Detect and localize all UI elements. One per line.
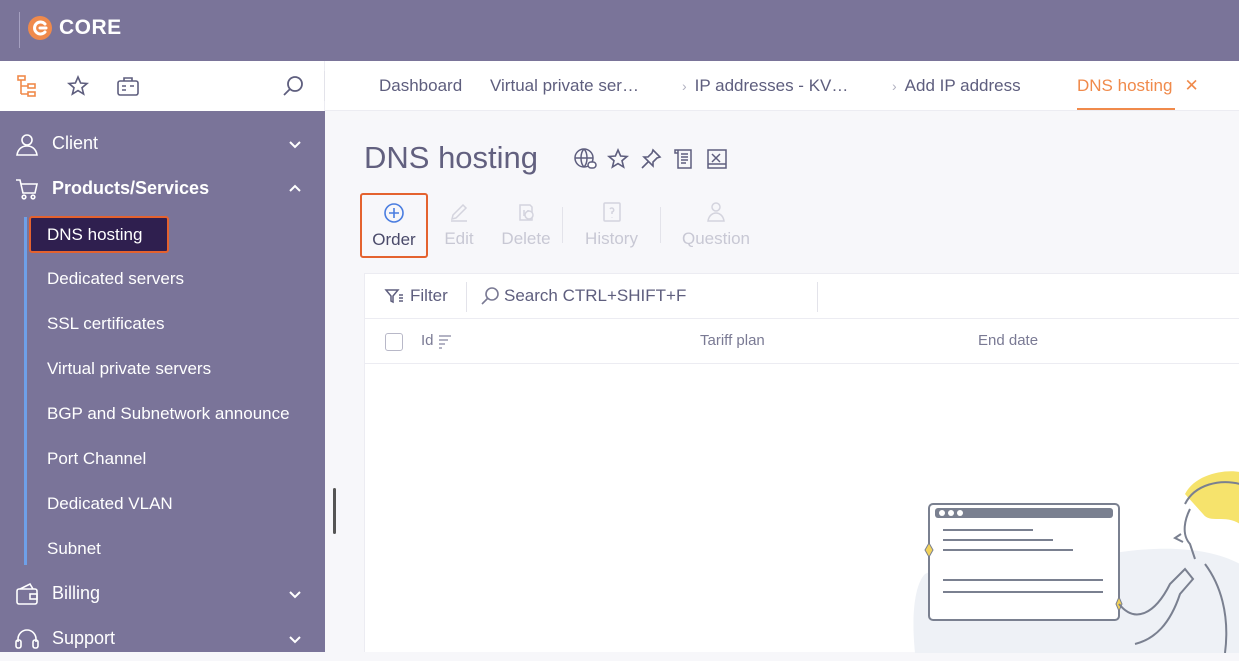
tab-label: Virtual private ser… — [490, 76, 639, 95]
page-title: DNS hosting — [364, 140, 539, 175]
search-icon — [481, 287, 499, 305]
submenu-rail — [24, 217, 27, 565]
sidebar-toolbar — [0, 61, 325, 111]
title-actions — [573, 147, 729, 171]
filter-icon — [384, 289, 403, 304]
wallet-icon — [16, 582, 38, 605]
globe-link-icon[interactable] — [573, 147, 597, 171]
chevron-down-icon — [289, 590, 301, 598]
chevron-down-icon — [289, 140, 301, 148]
tab-virtual-private-servers[interactable]: Virtual private ser… — [490, 76, 639, 96]
action-bar: Order Edit Delete History Question — [360, 193, 771, 258]
active-tab-underline — [1077, 108, 1175, 110]
sidebar: Client Products/Services DNS hosting Ded… — [0, 111, 325, 652]
search-placeholder: Search CTRL+SHIFT+F — [504, 286, 687, 305]
star-icon[interactable] — [66, 74, 90, 98]
column-header-id[interactable]: Id — [421, 332, 453, 349]
chevron-right-icon: › — [682, 78, 687, 94]
question-button[interactable]: Question — [661, 193, 771, 258]
sitemap-icon[interactable] — [15, 74, 39, 98]
sidebar-subitem-dedicated-servers[interactable]: Dedicated servers — [47, 269, 184, 289]
core-logo-icon — [28, 16, 52, 40]
chevron-right-icon: › — [892, 78, 897, 94]
history-button[interactable]: History — [563, 193, 660, 258]
star-icon[interactable] — [606, 147, 630, 171]
empty-state-illustration — [913, 471, 1239, 653]
search-input[interactable]: Search CTRL+SHIFT+F — [480, 286, 686, 306]
sidebar-subitem-bgp[interactable]: BGP and Subnetwork announce — [47, 404, 290, 424]
sort-icon — [438, 334, 451, 349]
tab-label: DNS hosting — [1077, 76, 1173, 95]
question-label: Question — [681, 229, 751, 248]
filter-label: Filter — [410, 286, 448, 305]
search-icon[interactable] — [281, 74, 305, 98]
plus-circle-icon — [384, 203, 404, 223]
tab-label: Add IP address — [904, 76, 1021, 95]
spreadsheet-icon[interactable] — [705, 147, 729, 171]
tab-dashboard[interactable]: Dashboard — [379, 76, 462, 96]
sidebar-subitem-subnet[interactable]: Subnet — [47, 539, 101, 559]
pencil-icon — [450, 203, 468, 222]
delete-label: Delete — [501, 229, 551, 248]
filter-button[interactable]: Filter — [384, 286, 448, 306]
sidebar-subitem-label: DNS hosting — [47, 225, 143, 244]
sidebar-resize-handle[interactable] — [333, 488, 336, 534]
scroll-icon[interactable] — [672, 147, 696, 171]
search-divider — [817, 282, 818, 312]
sidebar-item-label: Support — [52, 628, 116, 648]
question-user-icon — [707, 202, 725, 222]
tab-bar: Dashboard Virtual private ser… › IP addre… — [325, 61, 1239, 111]
sidebar-subitem-dns-hosting[interactable]: DNS hosting — [29, 216, 169, 253]
headset-icon — [15, 628, 39, 649]
filter-row: Filter Search CTRL+SHIFT+F — [365, 274, 1239, 319]
sidebar-subitem-ssl-certificates[interactable]: SSL certificates — [47, 314, 164, 334]
close-icon[interactable]: ✕ — [1184, 76, 1198, 95]
briefcase-icon[interactable] — [116, 74, 140, 98]
column-header-tariff-plan[interactable]: Tariff plan — [700, 332, 765, 349]
column-label: Id — [421, 332, 434, 349]
trash-icon — [519, 204, 534, 221]
tab-add-ip-address[interactable]: › Add IP address — [892, 76, 1021, 96]
history-label: History — [585, 229, 638, 248]
tab-ip-addresses[interactable]: › IP addresses - KV… — [682, 76, 848, 96]
sidebar-item-billing[interactable]: Billing — [0, 571, 325, 616]
brand-name: CORE — [59, 16, 122, 39]
order-label: Order — [372, 230, 416, 249]
edit-label: Edit — [444, 229, 474, 248]
tab-label: Dashboard — [379, 76, 463, 95]
order-button[interactable]: Order — [360, 193, 428, 258]
pin-icon[interactable] — [639, 147, 663, 171]
select-all-checkbox[interactable] — [385, 333, 403, 351]
sidebar-item-client[interactable]: Client — [0, 121, 325, 166]
topbar-divider — [19, 12, 20, 48]
edit-button[interactable]: Edit — [428, 193, 490, 258]
table-panel: Filter Search CTRL+SHIFT+F Id Tariff pla… — [364, 273, 1239, 653]
sidebar-item-label: Products/Services — [52, 178, 210, 198]
user-icon — [16, 133, 38, 156]
sidebar-item-label: Billing — [52, 583, 101, 603]
sidebar-item-support[interactable]: Support — [0, 616, 325, 661]
delete-button[interactable]: Delete — [490, 193, 562, 258]
brand-logo[interactable]: CORE — [27, 15, 122, 41]
cart-icon — [16, 178, 38, 200]
top-bar: CORE — [0, 0, 1239, 61]
sidebar-subitem-dedicated-vlan[interactable]: Dedicated VLAN — [47, 494, 173, 514]
sidebar-subitem-port-channel[interactable]: Port Channel — [47, 449, 146, 469]
table-header: Id Tariff plan End date — [365, 319, 1239, 364]
column-header-end-date[interactable]: End date — [978, 332, 1038, 349]
tab-label: IP addresses - KV… — [694, 76, 849, 95]
history-icon — [602, 202, 621, 222]
sidebar-item-products-services[interactable]: Products/Services — [0, 166, 325, 211]
sidebar-item-label: Client — [52, 133, 99, 153]
tab-dns-hosting[interactable]: DNS hosting ✕ — [1077, 76, 1199, 110]
chevron-down-icon — [289, 635, 301, 643]
chevron-up-icon — [289, 184, 301, 192]
filter-divider — [466, 282, 467, 312]
sidebar-subitem-virtual-private-servers[interactable]: Virtual private servers — [47, 359, 211, 379]
